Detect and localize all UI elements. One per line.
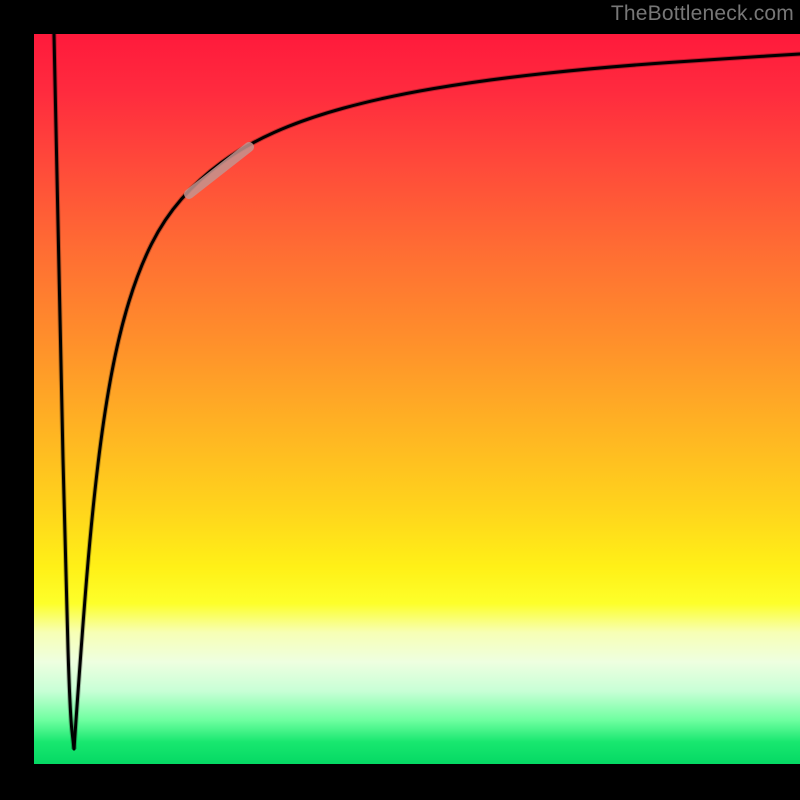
chart-frame: TheBottleneck.com <box>0 0 800 800</box>
curve-recovery <box>74 54 800 749</box>
chart-svg <box>34 34 800 764</box>
watermark: TheBottleneck.com <box>611 2 794 26</box>
curve-recovery <box>74 54 800 749</box>
tangent-marker <box>189 147 249 194</box>
